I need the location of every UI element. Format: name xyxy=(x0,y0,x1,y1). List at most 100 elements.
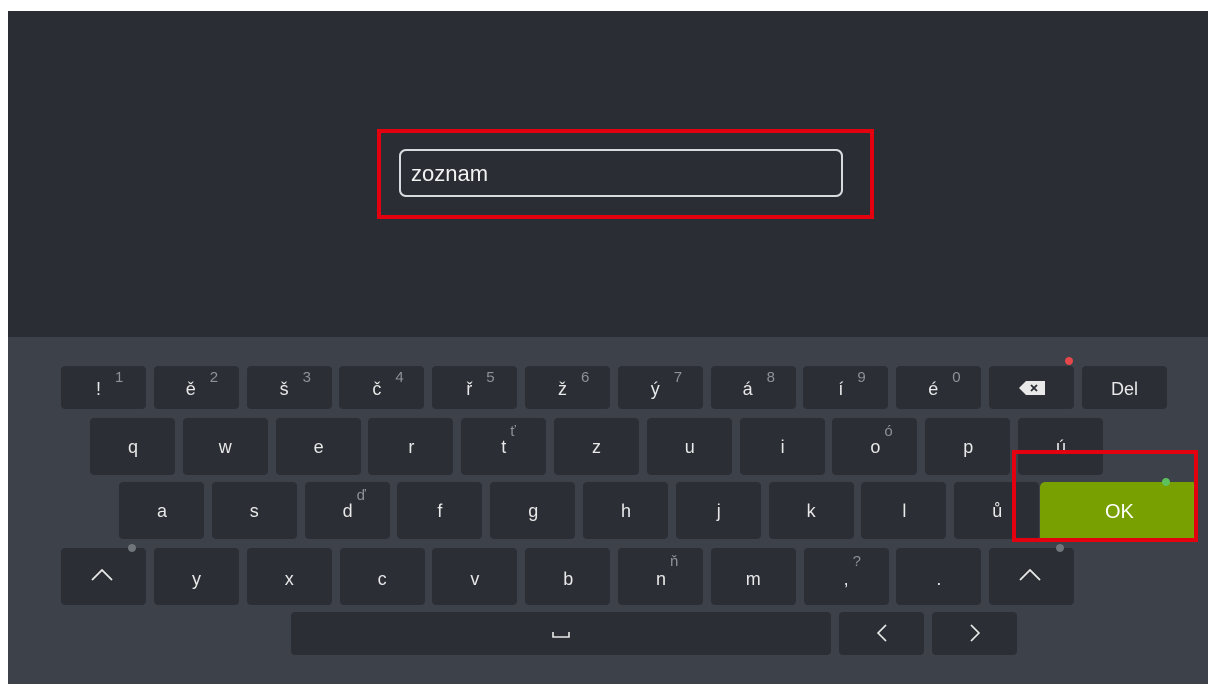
key-b[interactable]: b xyxy=(525,548,611,605)
key-label: q xyxy=(128,437,139,457)
ok-button[interactable]: OK xyxy=(1040,482,1198,542)
key-label: ů xyxy=(992,501,1003,521)
cursor-left-key[interactable] xyxy=(839,612,924,655)
key-label: , xyxy=(843,569,849,589)
key-label: w xyxy=(218,437,232,457)
key-label: n xyxy=(656,569,667,589)
shift-key-right[interactable] xyxy=(989,548,1074,605)
key-alt-label: ? xyxy=(852,553,861,570)
key-i[interactable]: i xyxy=(739,418,825,475)
key-label: o xyxy=(870,437,881,457)
key-e[interactable]: e xyxy=(275,418,361,475)
key-t[interactable]: tť xyxy=(461,418,547,475)
key-p[interactable]: p xyxy=(925,418,1011,475)
backspace-key[interactable] xyxy=(989,366,1074,409)
key-label: f xyxy=(437,501,443,521)
key-alt-label: ť xyxy=(510,423,516,440)
key-á[interactable]: á8 xyxy=(710,366,796,409)
key-d[interactable]: dď xyxy=(304,482,390,539)
key-j[interactable]: j xyxy=(675,482,761,539)
key-alt-label: ó xyxy=(884,423,893,440)
key-y[interactable]: y xyxy=(154,548,239,605)
del-key[interactable]: Del xyxy=(1082,366,1167,409)
key-v[interactable]: v xyxy=(432,548,518,605)
key-label: í xyxy=(838,379,844,399)
key-label: š xyxy=(279,379,289,399)
key-h[interactable]: h xyxy=(583,482,668,539)
key-é[interactable]: é0 xyxy=(896,366,982,409)
key-alt-label: 1 xyxy=(115,369,124,386)
key-ú[interactable]: ú xyxy=(1018,418,1103,475)
key-label: é xyxy=(928,379,939,399)
key-ě[interactable]: ě2 xyxy=(153,366,239,409)
search-area: zoznam xyxy=(8,11,1208,337)
key-k[interactable]: k xyxy=(768,482,854,539)
key-c[interactable]: c xyxy=(339,548,425,605)
key-period[interactable]: . xyxy=(896,548,982,605)
key-w[interactable]: w xyxy=(182,418,268,475)
key-q[interactable]: q xyxy=(90,418,175,475)
key-n[interactable]: nň xyxy=(618,548,703,605)
key-r[interactable]: r xyxy=(368,418,454,475)
key-comma[interactable]: ,? xyxy=(803,548,889,605)
key-alt-label: 5 xyxy=(486,369,495,386)
shift-key[interactable] xyxy=(61,548,146,605)
space-bar-icon xyxy=(552,632,570,638)
key-g[interactable]: g xyxy=(490,482,576,539)
key-label: ý xyxy=(650,379,660,399)
key-alt-label: 3 xyxy=(302,369,311,386)
key-ů[interactable]: ů xyxy=(954,482,1040,539)
key-alt-label: 0 xyxy=(952,369,961,386)
key-label: d xyxy=(342,501,353,521)
key-![interactable]: ! 1 xyxy=(61,366,146,409)
key-alt-label: ď xyxy=(356,487,366,504)
key-label: j xyxy=(716,501,721,521)
key-u[interactable]: u xyxy=(646,418,732,475)
key-š[interactable]: š3 xyxy=(246,366,332,409)
key-alt-label: 9 xyxy=(857,369,866,386)
key-label: p xyxy=(963,437,974,457)
chevron-left-icon xyxy=(877,624,887,642)
chevron-right-icon xyxy=(970,624,980,642)
key-ý[interactable]: ý7 xyxy=(617,366,703,409)
key-label: i xyxy=(780,437,785,457)
key-indicator-dot xyxy=(1056,544,1064,552)
key-ž[interactable]: ž6 xyxy=(525,366,610,409)
key-z[interactable]: z xyxy=(554,418,639,475)
key-label: b xyxy=(563,569,574,589)
key-label: s xyxy=(249,501,259,521)
key-í[interactable]: í9 xyxy=(803,366,889,409)
key-o[interactable]: oó xyxy=(832,418,918,475)
key-l[interactable]: l xyxy=(861,482,947,539)
key-indicator-dot xyxy=(128,544,136,552)
key-f[interactable]: f xyxy=(397,482,483,539)
search-input-value: zoznam xyxy=(411,161,489,186)
key-alt-label: 8 xyxy=(766,369,775,386)
key-label: c xyxy=(377,569,387,589)
key-alt-label: 2 xyxy=(209,369,219,386)
key-alt-label: 7 xyxy=(673,369,683,386)
key-m[interactable]: m xyxy=(710,548,796,605)
key-label: y xyxy=(192,569,201,589)
key-alt-label: ň xyxy=(670,553,679,570)
key-ř[interactable]: ř5 xyxy=(432,366,518,409)
key-label: l xyxy=(902,501,907,521)
key-a[interactable]: a xyxy=(119,482,204,539)
ok-button-label: OK xyxy=(1105,501,1134,523)
search-input[interactable]: zoznam xyxy=(399,149,843,197)
key-s[interactable]: s xyxy=(211,482,297,539)
caret-up-icon xyxy=(1019,569,1041,581)
key-label: z xyxy=(592,437,601,457)
key-label: g xyxy=(528,501,539,521)
key-label: m xyxy=(745,569,761,589)
caret-up-icon xyxy=(91,569,113,581)
key-x[interactable]: x xyxy=(246,548,332,605)
key-label: e xyxy=(313,437,324,457)
space-key[interactable] xyxy=(291,612,831,655)
key-alt-label: 6 xyxy=(581,369,590,386)
key-label: v xyxy=(470,569,480,589)
key-label: k xyxy=(806,501,816,521)
cursor-right-key[interactable] xyxy=(932,612,1017,655)
key-label: ž xyxy=(558,379,567,399)
key-č[interactable]: č4 xyxy=(339,366,425,409)
